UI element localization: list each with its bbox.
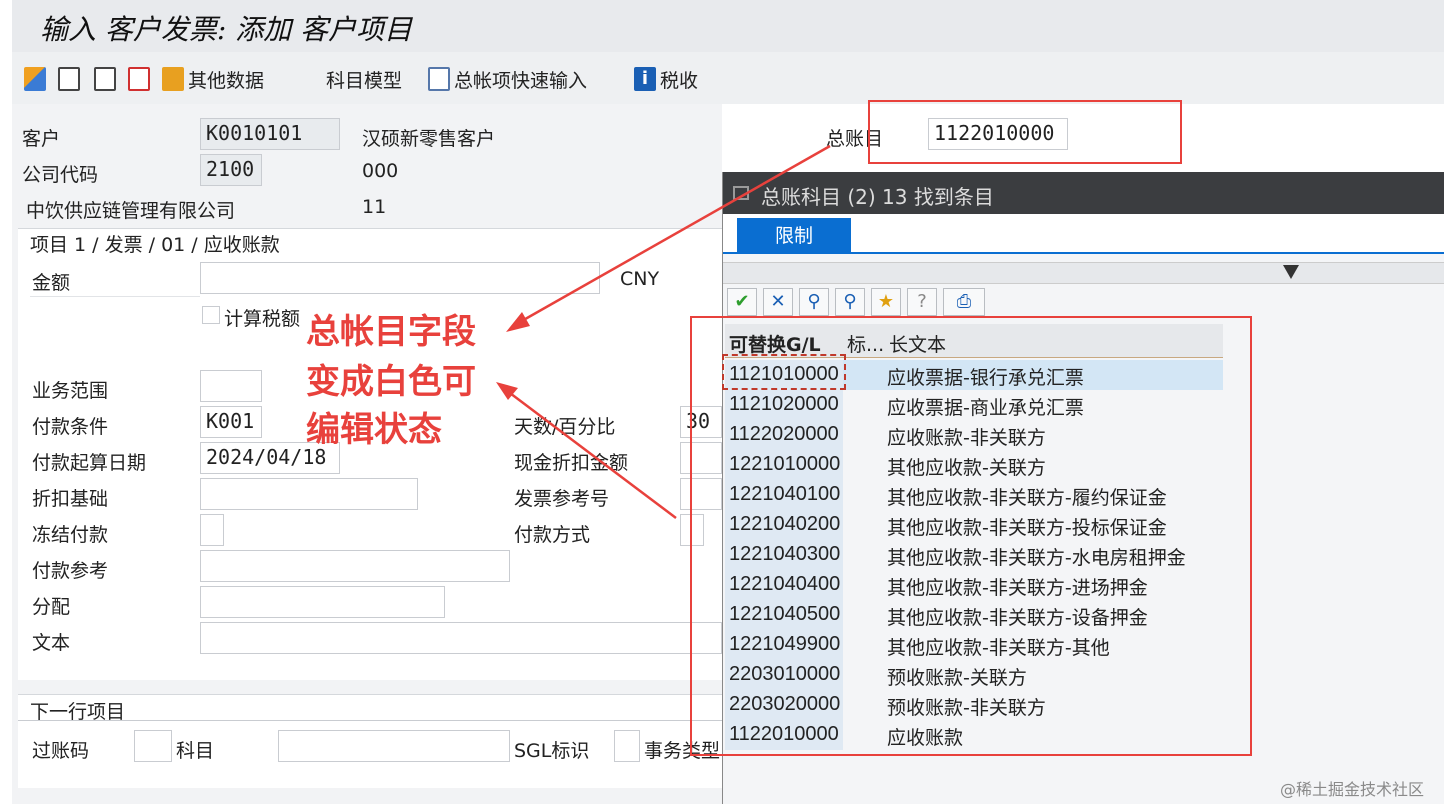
watermark: @稀土掘金技术社区 — [1280, 780, 1425, 799]
annotation-text-line1: 总帐目字段 — [306, 312, 476, 352]
annotation-text-line3: 编辑状态 — [306, 410, 442, 450]
annotation-text-line2: 变成白色可 — [306, 362, 476, 402]
annotation-arrows — [496, 144, 831, 519]
